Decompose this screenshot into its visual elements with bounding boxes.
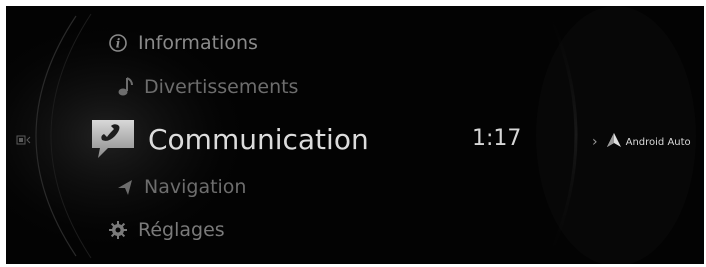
svg-text:i: i xyxy=(116,37,121,51)
menu-item-divertissements[interactable]: Divertissements xyxy=(116,76,298,98)
info-icon: i xyxy=(108,33,128,53)
controller-indicator xyxy=(16,135,40,145)
menu-item-label: Communication xyxy=(148,122,369,156)
menu-item-informations[interactable]: i Informations xyxy=(108,32,258,54)
gear-icon xyxy=(108,220,128,240)
clock: 1:17 xyxy=(472,126,522,151)
menu-item-communication[interactable]: Communication xyxy=(88,116,369,162)
chevron-right-icon: › xyxy=(592,134,598,150)
phone-handset-icon xyxy=(88,116,138,162)
navigation-arrow-icon xyxy=(116,178,134,196)
music-note-icon xyxy=(116,76,134,98)
menu-item-reglages[interactable]: Réglages xyxy=(108,219,225,241)
infotainment-screen: i Informations Divertissements Communica… xyxy=(6,6,704,264)
menu-item-label: Navigation xyxy=(144,176,247,198)
menu-item-label: Réglages xyxy=(138,219,225,241)
controller-icon xyxy=(16,135,31,145)
menu-item-label: Informations xyxy=(138,32,258,54)
android-auto-button[interactable]: › Android Auto xyxy=(592,132,691,152)
menu-item-label: Divertissements xyxy=(144,76,299,98)
menu-item-navigation[interactable]: Navigation xyxy=(116,176,246,198)
android-auto-label: Android Auto xyxy=(625,136,691,148)
android-auto-icon xyxy=(606,132,622,152)
